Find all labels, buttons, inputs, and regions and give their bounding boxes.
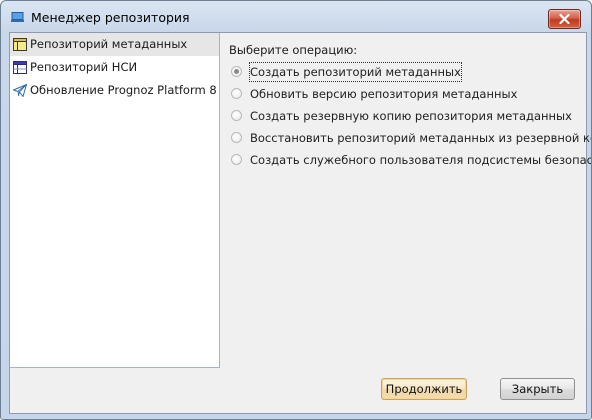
radio-button[interactable] — [231, 66, 242, 77]
option-label: Создать репозиторий метаданных — [249, 62, 462, 82]
nav-item-label: Обновление Prognoz Platform 8 — [30, 83, 217, 97]
nav-item-label: Репозиторий НСИ — [30, 60, 138, 74]
radio-button[interactable] — [231, 132, 242, 143]
title-bar[interactable]: Менеджер репозитория — [1, 1, 591, 33]
option-label: Восстановить репозиторий метаданных из р… — [250, 131, 592, 145]
repository-manager-window: Менеджер репозитория Репозиторий метадан… — [0, 0, 592, 420]
nsi-repository-icon — [13, 61, 27, 74]
operations-panel: Выберите операцию: Создать репозиторий м… — [229, 33, 591, 367]
option-label: Обновить версию репозитория метаданных — [250, 87, 518, 101]
paper-plane-icon — [13, 84, 27, 97]
close-button[interactable]: Закрыть — [500, 378, 575, 400]
operation-prompt: Выберите операцию: — [229, 43, 358, 57]
close-icon — [559, 14, 570, 24]
radio-button[interactable] — [231, 88, 242, 99]
repository-type-list: Репозиторий метаданных Репозиторий НСИ О… — [10, 33, 220, 368]
continue-button[interactable]: Продолжить — [381, 378, 467, 400]
radio-button[interactable] — [231, 154, 242, 165]
dialog-client-area: Репозиторий метаданных Репозиторий НСИ О… — [9, 32, 591, 414]
nav-item-label: Репозиторий метаданных — [30, 37, 188, 51]
close-window-button[interactable] — [548, 9, 581, 29]
radio-button[interactable] — [231, 110, 242, 121]
metadata-repository-icon — [13, 38, 27, 51]
nav-item-metadata-repository[interactable]: Репозиторий метаданных — [10, 33, 219, 56]
window-title: Менеджер репозитория — [31, 10, 190, 25]
option-label: Создать резервную копию репозитория мета… — [250, 109, 572, 123]
nav-item-platform-update[interactable]: Обновление Prognoz Platform 8 — [10, 79, 219, 102]
option-label: Создать служебного пользователя подсисте… — [250, 153, 592, 167]
window-app-icon — [11, 12, 24, 22]
nav-item-nsi-repository[interactable]: Репозиторий НСИ — [10, 56, 219, 79]
